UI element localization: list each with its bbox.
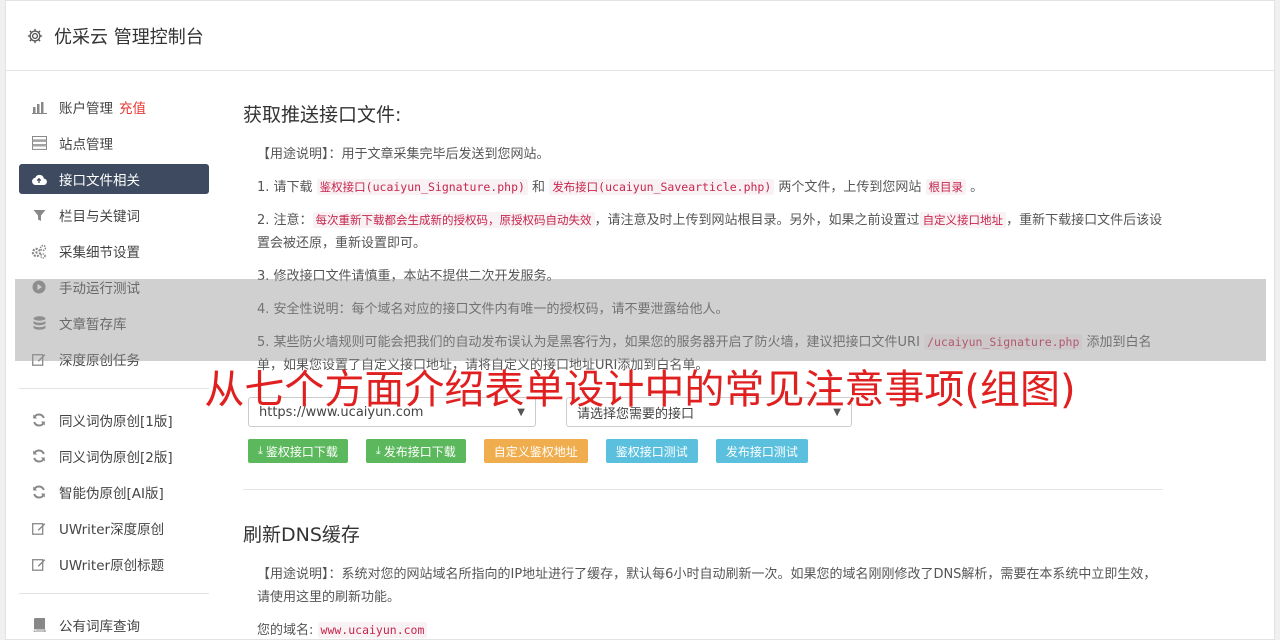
sidebar-item-uwriter-deep[interactable]: UWriter深度原创 <box>19 513 209 543</box>
step-2: 2. 注意： 每次重新下载都会生成新的授权码，原授权码自动失效 ，请注意及时上传到网… <box>257 209 1163 255</box>
sidebar-item-columns-keywords[interactable]: 栏目与关键词 <box>19 200 209 230</box>
bar-chart-icon <box>31 99 47 115</box>
sidebar-item-collect-settings[interactable]: 采集细节设置 <box>19 236 209 266</box>
usage-note: 【用途说明】：用于文章采集完毕后发送到您网站。 <box>257 147 550 162</box>
sidebar-item-label: 采集细节设置 <box>59 245 140 261</box>
sidebar-item-sites[interactable]: 站点管理 <box>19 128 209 158</box>
gear-icon <box>27 28 43 43</box>
server-icon <box>31 135 47 151</box>
test-signature-button[interactable]: 鉴权接口测试 <box>605 439 698 463</box>
sidebar-item-label: 公有词库查询 <box>59 619 140 635</box>
sidebar-item-label: UWriter深度原创 <box>59 522 165 538</box>
overlay-title: 从七个方面介绍表单设计中的常见注意事项(组图) <box>204 367 1076 413</box>
dns-usage-note: 【用途说明】：系统对您的网站域名所指向的IP地址进行了缓存，默认每6小时自动刷新… <box>257 567 1157 605</box>
recharge-link[interactable]: 充值 <box>119 97 146 117</box>
sidebar-item-label: 智能伪原创[AI版] <box>59 486 164 502</box>
button-label: 鉴权接口下载 <box>265 444 338 459</box>
auth-code-warning: 每次重新下载都会生成新的授权码，原授权码自动失效 <box>312 212 595 228</box>
sidebar-item-label: 同义词伪原创[2版] <box>59 450 173 466</box>
sidebar-item-label: 站点管理 <box>59 137 113 153</box>
button-label: 发布接口测试 <box>725 444 798 459</box>
download-publish-button[interactable]: ⤓ 发布接口下载 <box>365 439 466 463</box>
edit-icon <box>31 556 47 572</box>
sidebar-item-account[interactable]: 账户管理 充值 <box>19 92 209 122</box>
cloud-upload-icon <box>31 171 47 187</box>
book-icon <box>31 617 47 633</box>
edit-icon <box>31 520 47 536</box>
step-1: 1. 请下载 鉴权接口(ucaiyun_Signature.php) 和 发布接… <box>257 176 1163 199</box>
sidebar-item-uwriter-title[interactable]: UWriter原创标题 <box>19 549 209 579</box>
sidebar-item-label: UWriter原创标题 <box>59 558 165 574</box>
section-title-api-files: 获取推送接口文件: <box>243 104 402 126</box>
refresh-icon <box>31 448 47 464</box>
overlay-band <box>15 279 1266 361</box>
section-divider <box>243 489 1163 490</box>
sidebar-item-ai-original[interactable]: 智能伪原创[AI版] <box>19 477 209 507</box>
download-signature-button[interactable]: ⤓ 鉴权接口下载 <box>248 439 348 463</box>
download-icon: ⤓ <box>375 444 381 457</box>
step-text: 1. 请下载 <box>257 180 317 195</box>
sidebar-divider <box>19 593 209 594</box>
section-title-dns: 刷新DNS缓存 <box>243 524 360 546</box>
button-row: ⤓ 鉴权接口下载 ⤓ 发布接口下载 自定义鉴权地址 鉴权接口测试 发布接口测试 <box>248 439 1163 463</box>
custom-auth-url-button[interactable]: 自定义鉴权地址 <box>483 439 588 463</box>
savearticle-file-name: 发布接口(ucaiyun_Savearticle.php) <box>549 179 775 195</box>
sidebar-item-api-files[interactable]: 接口文件相关 <box>19 164 209 194</box>
custom-endpoint-label: 自定义接口地址 <box>919 212 1007 228</box>
sidebar-item-public-lexicon[interactable]: 公有词库查询 <box>19 610 209 640</box>
root-dir-label: 根目录 <box>925 179 967 195</box>
test-publish-button[interactable]: 发布接口测试 <box>715 439 808 463</box>
sidebar-item-label: 接口文件相关 <box>59 173 140 189</box>
domain-row: 您的域名: www.ucaiyun.com <box>257 619 1163 640</box>
step-text: 和 <box>527 180 550 195</box>
button-label: 自定义鉴权地址 <box>493 444 578 459</box>
download-icon: ⤓ <box>258 444 263 457</box>
gears-icon <box>31 243 47 259</box>
step-text: 2. 注意： <box>257 213 313 228</box>
step-text: 。 <box>966 180 984 195</box>
sidebar-item-synonym-v2[interactable]: 同义词伪原创[2版] <box>19 441 209 471</box>
sidebar-item-label: 账户管理 <box>59 101 113 117</box>
sidebar-item-label: 栏目与关键词 <box>59 209 140 225</box>
domain-value: www.ucaiyun.com <box>317 622 428 638</box>
refresh-icon <box>31 484 47 500</box>
button-label: 鉴权接口测试 <box>615 444 688 459</box>
console-title: 优采云 管理控制台 <box>54 26 204 48</box>
filter-icon <box>31 207 47 223</box>
step-text: ，请注意及时上传到网站根目录。另外，如果之前设置过 <box>594 213 920 228</box>
button-label: 发布接口下载 <box>383 444 456 459</box>
domain-label: 您的域名: <box>257 623 314 638</box>
header: 优采云 管理控制台 <box>6 1 1274 71</box>
signature-file-name: 鉴权接口(ucaiyun_Signature.php) <box>316 179 528 195</box>
step-text: 两个文件，上传到您网站 <box>774 180 926 195</box>
